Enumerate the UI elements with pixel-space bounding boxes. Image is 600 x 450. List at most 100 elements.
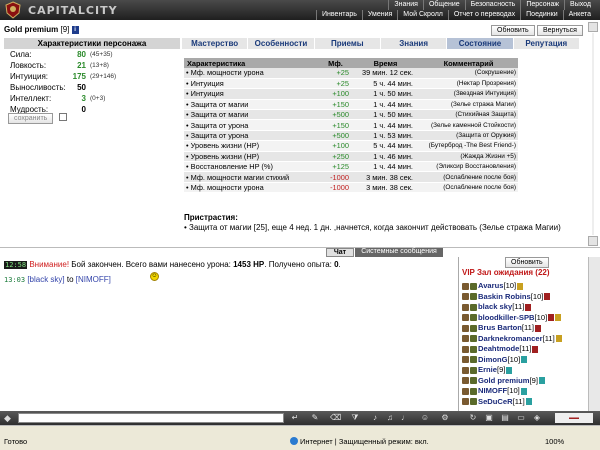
scroll-down-button[interactable]: [588, 236, 598, 246]
user-sign-icon[interactable]: [462, 345, 469, 353]
user-sign-icon[interactable]: [462, 398, 469, 405]
effect-name: Мф. мощности урона: [184, 68, 316, 79]
refresh-icon[interactable]: ↻: [468, 413, 478, 423]
user-name[interactable]: Deahtmode: [478, 344, 519, 353]
user-level: [10]: [507, 354, 521, 364]
menu-duels[interactable]: Поединки: [520, 10, 563, 20]
tab-features[interactable]: Особенности: [248, 38, 315, 49]
user-name[interactable]: NIMOFF: [478, 386, 507, 395]
tab-state[interactable]: Состояние: [447, 38, 514, 49]
lock-icon[interactable]: ▤: [500, 413, 510, 423]
user-alignment-icon: [470, 282, 477, 290]
user-sign-icon[interactable]: [462, 356, 469, 363]
chat-settings-icon[interactable]: ◈: [532, 413, 542, 423]
user-sign-icon[interactable]: [462, 377, 469, 384]
tab-techniques[interactable]: Приемы: [314, 38, 381, 49]
save-stats-button[interactable]: сохранить: [8, 113, 54, 124]
user-name[interactable]: DimonG: [478, 355, 508, 364]
smile-icon[interactable]: ☺: [420, 413, 430, 423]
scroll-up-button[interactable]: [588, 22, 598, 32]
user-name[interactable]: Avarus: [478, 281, 503, 290]
menu-knowledge[interactable]: Знания: [388, 0, 423, 10]
user-name[interactable]: Darknekromancer: [478, 334, 543, 343]
user-name[interactable]: bloodkiller-SPB: [478, 313, 535, 322]
user-name[interactable]: Brus Barton: [478, 323, 522, 332]
room-user[interactable]: Ernie[9]: [462, 365, 513, 374]
room-user[interactable]: bloodkiller-SPB[10]: [462, 313, 562, 322]
effect-time: 1 ч. 50 мин.: [352, 88, 416, 100]
effect-mf: +500: [316, 109, 352, 121]
room-user[interactable]: SeDuCeR[11]: [462, 397, 532, 406]
room-user[interactable]: Gold premium[9]: [462, 376, 545, 385]
vip-room-title: VIP Зал ожидания (22): [462, 268, 550, 277]
effect-mf: -1000: [316, 182, 352, 194]
info-flag-icon[interactable]: i: [71, 25, 79, 34]
pen-icon[interactable]: ✎: [310, 413, 320, 423]
menu-profile[interactable]: Анкета: [562, 10, 596, 20]
eraser-icon[interactable]: ⌫: [330, 413, 341, 423]
user-sign-icon[interactable]: [462, 314, 469, 321]
tab-mastery[interactable]: Мастерство: [182, 38, 249, 49]
user-sign-icon[interactable]: [462, 282, 469, 290]
stat-label: Интеллект:: [10, 94, 52, 103]
user-sign-icon[interactable]: [462, 335, 469, 342]
tab-knowledge[interactable]: Знания: [380, 38, 448, 49]
brand-badge-icon: ▬▬: [555, 413, 593, 423]
save-checkbox[interactable]: [59, 113, 67, 121]
status-zoom[interactable]: 100%: [545, 437, 564, 446]
chat-mode-icon[interactable]: ◆: [4, 413, 14, 423]
room-user[interactable]: Brus Barton[11]: [462, 323, 541, 332]
music-icon[interactable]: ♫: [385, 413, 395, 423]
tab-chat[interactable]: Чат: [326, 248, 354, 257]
recipient-nick[interactable]: [NIMOFF]: [76, 275, 111, 284]
menu-inventory[interactable]: Инвентарь: [316, 10, 362, 20]
back-button[interactable]: Вернуться: [537, 25, 583, 36]
menu-my-scroll[interactable]: Мой Скролл: [397, 10, 448, 20]
room-user[interactable]: Deahtmode[11]: [462, 344, 539, 353]
room-user[interactable]: Darknekromancer[11]: [462, 334, 562, 343]
gear-icon[interactable]: ⚙: [440, 413, 450, 423]
effect-name: Уровень жизни (HP): [184, 140, 316, 152]
user-sign-icon[interactable]: [462, 324, 469, 332]
menu-communication[interactable]: Общение: [422, 0, 465, 10]
stats-title: Характеристики персонажа: [4, 38, 180, 49]
effect-name: Защита от урона: [184, 130, 316, 142]
refresh-button[interactable]: Обновить: [491, 25, 535, 36]
tab-reputation[interactable]: Репутация: [513, 38, 580, 49]
note-icon[interactable]: ♩: [400, 413, 410, 423]
room-user[interactable]: Baskin Robins[10]: [462, 292, 551, 301]
sender-nick[interactable]: [black sky]: [27, 275, 64, 284]
user-name[interactable]: Baskin Robins: [478, 292, 531, 301]
user-name[interactable]: black sky: [478, 302, 512, 311]
menu-security[interactable]: Безопасность: [464, 0, 521, 10]
user-name[interactable]: Ernie: [478, 365, 497, 374]
chat-input[interactable]: [18, 413, 284, 423]
room-user[interactable]: DimonG[10]: [462, 354, 528, 364]
menu-character[interactable]: Персонаж: [520, 0, 564, 10]
room-user[interactable]: NIMOFF[10]: [462, 386, 527, 395]
effect-mf: +100: [316, 88, 352, 100]
menu-transfer-report[interactable]: Отчет о переводах: [447, 10, 520, 20]
send-icon[interactable]: ↵: [290, 413, 300, 423]
room-user[interactable]: Avarus[10]: [462, 281, 524, 290]
room-user[interactable]: black sky[11]: [462, 302, 532, 311]
user-name[interactable]: Gold premium: [478, 376, 529, 385]
user-sign-icon[interactable]: [462, 303, 469, 311]
stat-endurance: Выносливость: 50: [6, 83, 176, 93]
user-name[interactable]: SeDuCeR: [478, 397, 513, 406]
image-icon[interactable]: ▣: [484, 413, 494, 423]
user-sign-icon[interactable]: [462, 366, 469, 374]
menu-exit[interactable]: Выход: [564, 0, 596, 10]
scrollbar-track[interactable]: [592, 33, 594, 235]
user-sign-icon[interactable]: [462, 387, 469, 395]
user-level: [10]: [507, 386, 520, 395]
filter-icon[interactable]: ⧩: [350, 413, 360, 423]
refresh-room-button[interactable]: Обновить: [505, 257, 549, 268]
window-icon[interactable]: ▭: [516, 413, 526, 423]
tab-system-messages[interactable]: Системные сообщения: [355, 248, 443, 257]
user-sign-icon[interactable]: [462, 293, 469, 300]
menu-skills[interactable]: Умения: [361, 10, 397, 20]
clan-badge-icon: [521, 356, 528, 363]
room-scrollbar[interactable]: [588, 257, 600, 411]
sound-icon[interactable]: ♪: [370, 413, 380, 423]
